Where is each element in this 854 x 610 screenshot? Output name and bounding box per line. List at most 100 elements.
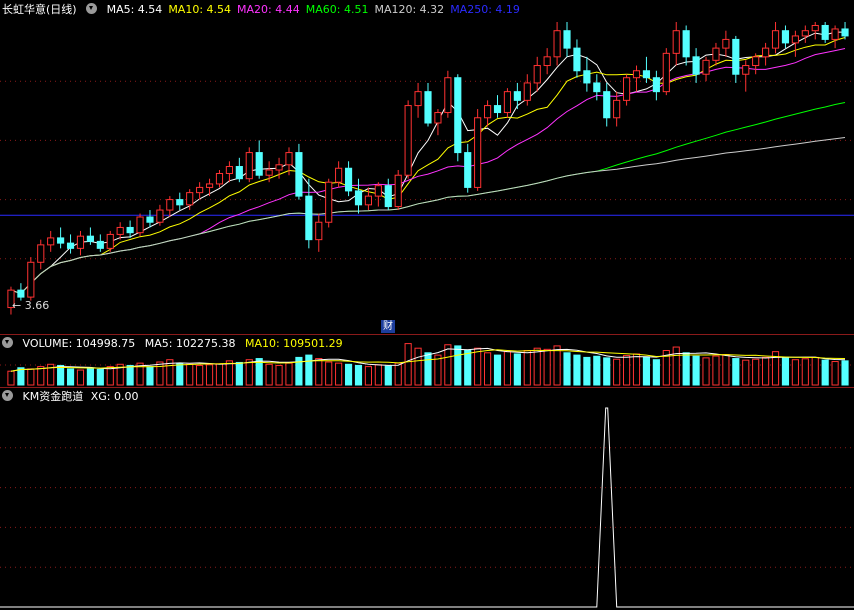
volume-bar <box>364 366 373 386</box>
volume-bar <box>235 361 243 386</box>
volume-bar <box>126 364 134 386</box>
volume-bar <box>27 368 35 386</box>
volume-bar <box>315 358 323 386</box>
volume-panel: VOLUME: 104998.75 MA5: 102275.38 MA10: 1… <box>0 335 854 387</box>
volume-bar <box>632 353 641 386</box>
volume-bar <box>702 357 710 386</box>
volume-bar <box>146 366 154 386</box>
candle-body <box>652 77 660 93</box>
chevron-down-icon[interactable] <box>2 390 13 401</box>
candle-body <box>474 117 482 188</box>
volume-bar <box>424 352 432 386</box>
candle-body <box>225 166 233 174</box>
candle-body <box>444 77 452 114</box>
volume-bar <box>831 361 839 386</box>
candle-body <box>513 91 521 101</box>
indicator-title: KM资金跑道 <box>22 390 84 403</box>
candle-body <box>66 242 75 249</box>
ma10-line <box>10 37 846 295</box>
volume-bar <box>573 354 581 386</box>
candle-body <box>682 30 690 58</box>
volume-bar <box>801 358 809 386</box>
volume-bar <box>66 368 75 386</box>
chevron-down-icon[interactable] <box>2 337 13 348</box>
candle-body <box>394 174 402 208</box>
candle-body <box>762 47 770 58</box>
volume-bar <box>7 370 15 386</box>
candle-body <box>215 172 224 185</box>
candle-body <box>642 70 651 79</box>
volume-bar <box>225 360 233 386</box>
volume-bar <box>672 346 680 386</box>
volume-bar <box>742 359 750 386</box>
candle-body <box>315 221 323 241</box>
volume-bar <box>37 366 45 386</box>
candle-body <box>781 30 790 44</box>
volume-bar <box>652 359 660 386</box>
price-legend: 长虹华意(日线) MA5: 4.54 MA10: 4.54 MA20: 4.44 MA… <box>2 1 532 19</box>
volume-bar <box>841 360 849 386</box>
candle-body <box>86 235 94 242</box>
volume-bar <box>603 357 611 386</box>
volume-bar <box>543 348 551 386</box>
volume-bar <box>285 362 293 386</box>
volume-bar <box>712 355 720 386</box>
ma-label-ma5: MA5: 4.54 <box>106 3 163 16</box>
ma60-line <box>10 102 846 295</box>
candle-body <box>57 237 65 244</box>
volume-bar <box>513 353 521 386</box>
volume-bar <box>821 359 829 386</box>
indicator-chart[interactable] <box>0 388 854 610</box>
candle-body <box>17 289 25 298</box>
volume-bar <box>613 358 621 386</box>
volume-bar <box>454 345 462 386</box>
volume-bar <box>176 362 184 386</box>
price-panel: 长虹华意(日线) MA5: 4.54 MA10: 4.54 MA20: 4.44 MA… <box>0 0 854 334</box>
candle-body <box>623 77 631 101</box>
candle-body <box>186 192 194 206</box>
candle-body <box>146 216 154 223</box>
finance-badge[interactable]: 财 <box>381 320 395 333</box>
volume-legend: VOLUME: 104998.75 MA5: 102275.38 MA10: 1… <box>2 335 349 353</box>
candle-body <box>692 56 700 75</box>
candle-body <box>632 70 641 79</box>
volume-bar <box>325 361 333 386</box>
chevron-down-icon[interactable] <box>86 3 98 14</box>
candle-body <box>205 183 214 188</box>
volume-bar <box>593 355 601 386</box>
candle-body <box>106 233 114 249</box>
volume-bar <box>156 361 164 386</box>
ma-label-ma10: MA10: 4.54 <box>168 3 232 16</box>
candle-body <box>325 181 333 223</box>
candle-body <box>196 186 204 194</box>
candle-body <box>166 199 174 211</box>
candle-body <box>483 105 492 119</box>
price-chart[interactable] <box>0 0 854 334</box>
volume-bar <box>523 350 531 386</box>
candle-body <box>831 28 839 40</box>
candle-body <box>742 65 750 75</box>
volume-bar <box>335 362 343 386</box>
candle-body <box>335 167 343 183</box>
volume-bar <box>642 356 651 386</box>
candle-body <box>493 105 502 114</box>
candle-body <box>434 112 442 124</box>
volume-bar <box>96 368 104 386</box>
volume-bar <box>493 354 502 386</box>
volume-bar <box>682 352 690 386</box>
volume-bar <box>583 356 591 386</box>
candle-body <box>771 30 780 49</box>
candle-body <box>702 59 710 75</box>
volume-bar <box>464 350 472 386</box>
candle-body <box>285 152 293 166</box>
volume-bar <box>692 355 700 386</box>
volume-bar <box>752 358 760 386</box>
candle-body <box>563 30 571 49</box>
volume-bar <box>811 356 819 386</box>
volume-bar <box>186 363 194 386</box>
volume-bar <box>76 369 85 386</box>
volume-bar <box>483 352 492 386</box>
candle-body <box>424 91 432 124</box>
volume-bar <box>196 364 204 386</box>
candle-body <box>672 30 680 54</box>
